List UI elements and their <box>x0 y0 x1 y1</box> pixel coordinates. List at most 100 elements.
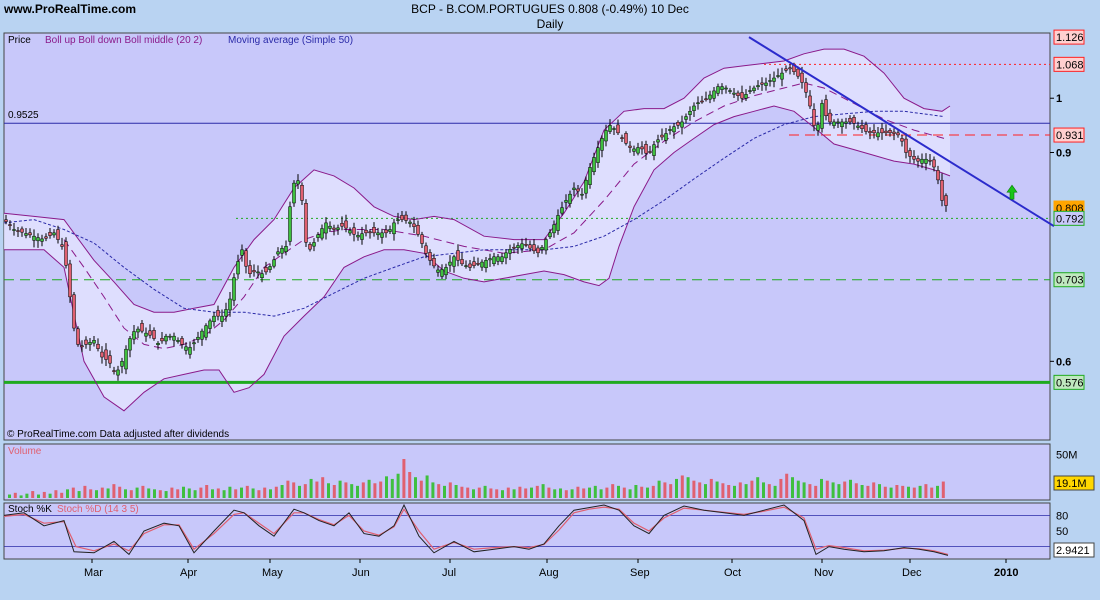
candle-body <box>400 215 404 220</box>
candle-body <box>840 121 844 128</box>
candle-body <box>888 130 892 134</box>
volume-bar <box>686 477 690 498</box>
candle-body <box>36 237 40 242</box>
candle-body <box>612 128 616 130</box>
volume-bar <box>930 487 934 498</box>
candle-body <box>684 116 688 120</box>
volume-bar <box>460 486 464 498</box>
candle-body <box>228 298 232 311</box>
volume-bar <box>808 484 812 498</box>
candle-body <box>516 245 520 249</box>
volume-bar <box>118 486 122 498</box>
candle-body <box>300 185 304 201</box>
candle-body <box>64 241 68 266</box>
volume-bar <box>269 489 272 498</box>
volume-bar <box>628 489 632 498</box>
volume-bar <box>692 480 696 498</box>
volume-bar <box>216 488 220 498</box>
volume-bar <box>524 488 528 498</box>
candle-body <box>476 263 480 265</box>
volume-bar <box>222 490 226 498</box>
candle-body <box>52 232 56 236</box>
candle-body <box>396 219 400 221</box>
volume-bar <box>866 485 870 498</box>
volume-bar <box>153 489 156 498</box>
x-tick-label: Aug <box>539 567 559 579</box>
candle-body <box>576 188 580 192</box>
candle-body <box>288 206 292 242</box>
candle-body <box>56 229 60 240</box>
candle-body <box>712 90 716 99</box>
bollinger-legend: Boll up Boll down Boll middle (20 2) <box>45 35 202 46</box>
hline-label: 0.9525 <box>8 110 39 121</box>
volume-bar <box>100 487 104 498</box>
volume-bar <box>338 480 342 498</box>
volume-bar <box>541 484 545 498</box>
candle-body <box>524 244 528 246</box>
candle-body <box>936 170 940 181</box>
candle-body <box>268 266 272 270</box>
candle-body <box>752 87 756 91</box>
volume-bar <box>878 484 881 498</box>
candle-body <box>540 247 544 250</box>
candle-body <box>808 95 812 107</box>
candle-body <box>144 332 148 337</box>
volume-bar <box>95 490 98 498</box>
volume-bar <box>738 482 742 498</box>
candle-body <box>672 126 676 133</box>
candle-body <box>388 229 392 232</box>
stoch-level-label: 80 <box>1056 510 1068 522</box>
candle-body <box>404 214 408 221</box>
candle-body <box>244 250 248 267</box>
volume-bar <box>831 482 835 498</box>
candle-body <box>904 138 908 153</box>
candle-body <box>32 235 36 241</box>
candle-body <box>632 148 636 152</box>
candle-body <box>224 309 228 317</box>
candle-body <box>756 85 760 88</box>
volume-bar <box>669 484 673 498</box>
volume-bar <box>361 482 365 498</box>
volume-bar <box>756 477 760 498</box>
price-marker-label: 0.792 <box>1056 213 1084 225</box>
volume-bar <box>675 478 678 498</box>
chart-svg[interactable]: 10.90.61.1261.0680.9310.8080.7920.7030.5… <box>0 0 1100 600</box>
candle-body <box>912 156 916 160</box>
volume-bar <box>680 475 684 498</box>
candle-body <box>16 230 20 232</box>
volume-bar <box>849 479 852 498</box>
volume-bar <box>773 485 777 498</box>
candle-body <box>732 92 736 95</box>
volume-bar <box>814 485 818 498</box>
price-marker-label: 1.068 <box>1056 59 1084 71</box>
volume-bar <box>280 485 284 498</box>
candle-body <box>600 138 604 151</box>
volume-bar <box>240 487 243 498</box>
candle-body <box>484 260 488 269</box>
volume-panel-label: Volume <box>8 446 42 457</box>
volume-bar <box>854 483 858 498</box>
volume-bar <box>13 492 17 498</box>
volume-bar <box>912 487 916 498</box>
candle-body <box>568 193 572 204</box>
candle-body <box>412 223 416 227</box>
candle-body <box>764 82 768 86</box>
volume-bar <box>37 494 40 498</box>
volume-bar <box>158 490 162 498</box>
candle-body <box>360 233 364 240</box>
volume-bar <box>599 489 603 498</box>
candle-body <box>884 130 888 134</box>
volume-bar <box>147 488 151 498</box>
candle-body <box>636 147 640 154</box>
candle-body <box>696 102 700 104</box>
candle-body <box>772 77 776 82</box>
volume-bar <box>501 490 504 498</box>
candle-body <box>372 227 376 234</box>
price-panel-label: Price <box>8 35 31 46</box>
volume-bar <box>553 489 557 498</box>
volume-bar <box>332 485 336 498</box>
volume-bar <box>199 487 203 498</box>
candle-body <box>88 342 92 345</box>
candle-body <box>436 269 440 273</box>
candle-body <box>284 246 288 252</box>
